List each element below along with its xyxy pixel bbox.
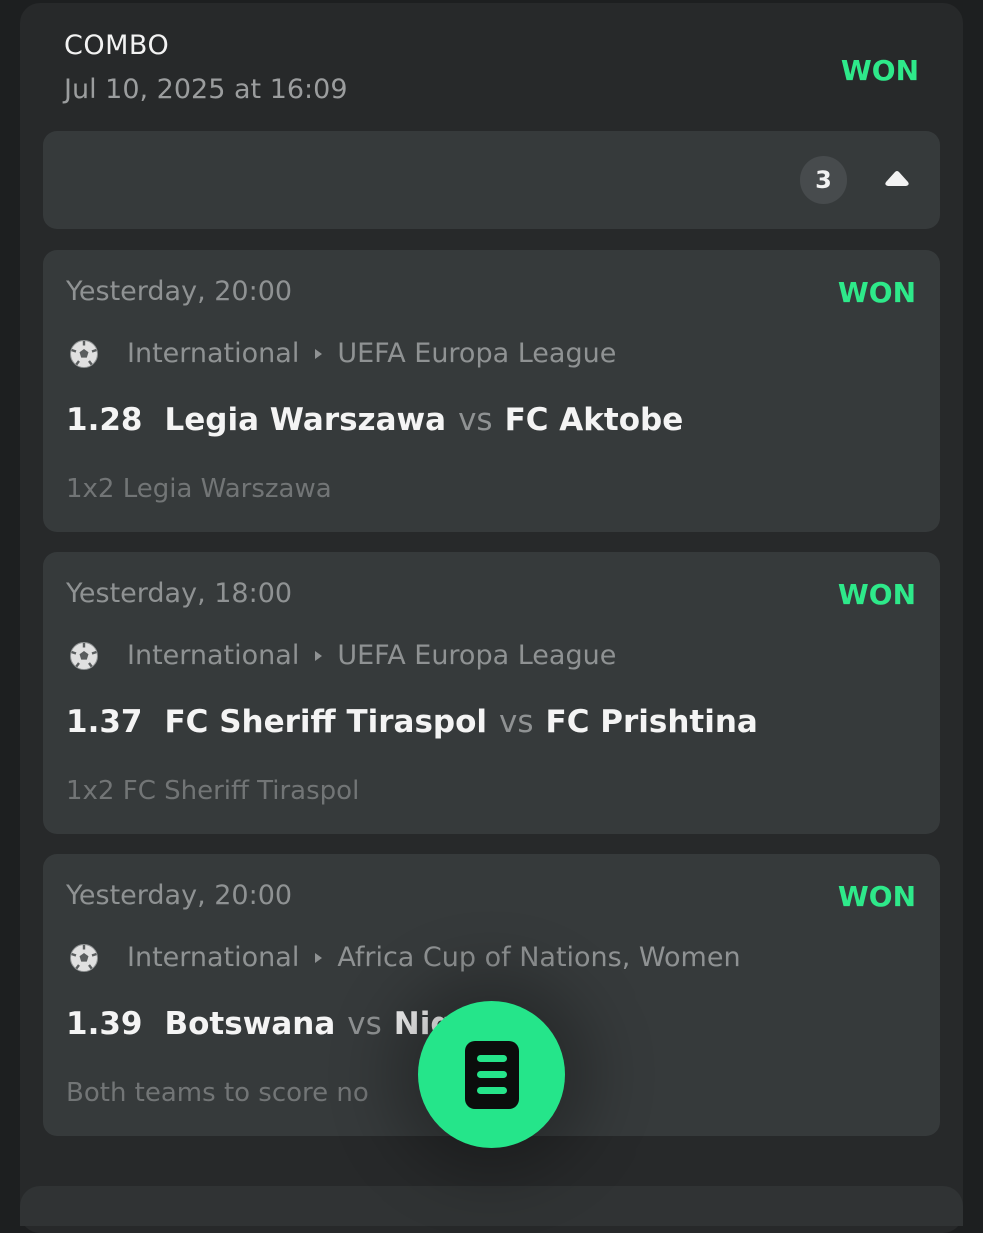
leg-league-breadcrumb: International UEFA Europa League [69,338,616,369]
leg-time: Yesterday, 20:00 [66,880,293,911]
soccer-ball-icon [70,943,98,972]
leg-odds: 1.28 [66,402,143,438]
leg-home-team: Legia Warszawa [164,402,447,438]
soccer-ball-icon [70,641,98,670]
chevron-right-icon [315,348,323,359]
leg-league: UEFA Europa League [337,640,617,671]
bet-leg[interactable]: Yesterday, 18:00 WON International UEFA … [43,552,940,834]
bet-leg[interactable]: Yesterday, 20:00 WON International UEFA … [43,250,940,532]
leg-vs: vs [499,704,534,740]
legs-count-badge: 3 [800,156,847,204]
leg-time: Yesterday, 18:00 [66,578,293,609]
leg-selection: 1x2 FC Sheriff Tiraspol [66,776,360,806]
leg-away-team: FC Prishtina [545,704,758,740]
leg-status-badge: WON [837,880,916,913]
leg-league-breadcrumb: International Africa Cup of Nations, Wom… [69,942,741,973]
leg-category: International [127,942,300,973]
caret-up-icon[interactable] [884,169,910,189]
bet-type: COMBO [64,30,170,61]
leg-event: 1.28 Legia Warszawa vs FC Aktobe [66,402,683,438]
chevron-right-icon [315,650,323,661]
leg-vs: vs [458,402,493,438]
leg-odds: 1.37 [66,704,143,740]
betslip-fab-button[interactable] [418,1001,565,1148]
leg-selection: Both teams to score no [66,1078,369,1108]
leg-event: 1.37 FC Sheriff Tiraspol vs FC Prishtina [66,704,758,740]
bet-placed-date: Jul 10, 2025 at 16:09 [64,74,348,105]
leg-home-team: FC Sheriff Tiraspol [164,704,488,740]
chevron-right-icon [315,952,323,963]
legs-toggle-bar[interactable]: 3 [43,131,940,229]
leg-category: International [127,640,300,671]
betslip-icon [464,1040,519,1109]
leg-selection: 1x2 Legia Warszawa [66,474,332,504]
bottom-sheet [20,1186,963,1226]
leg-league-breadcrumb: International UEFA Europa League [69,640,616,671]
leg-league: UEFA Europa League [337,338,617,369]
leg-league: Africa Cup of Nations, Women [337,942,741,973]
leg-status-badge: WON [837,578,916,611]
leg-status-badge: WON [837,276,916,309]
leg-category: International [127,338,300,369]
leg-odds: 1.39 [66,1006,143,1042]
leg-vs: vs [347,1006,382,1042]
leg-home-team: Botswana [164,1006,336,1042]
bet-status-badge: WON [840,54,919,87]
leg-away-team: FC Aktobe [504,402,684,438]
soccer-ball-icon [70,339,98,368]
leg-time: Yesterday, 20:00 [66,276,293,307]
